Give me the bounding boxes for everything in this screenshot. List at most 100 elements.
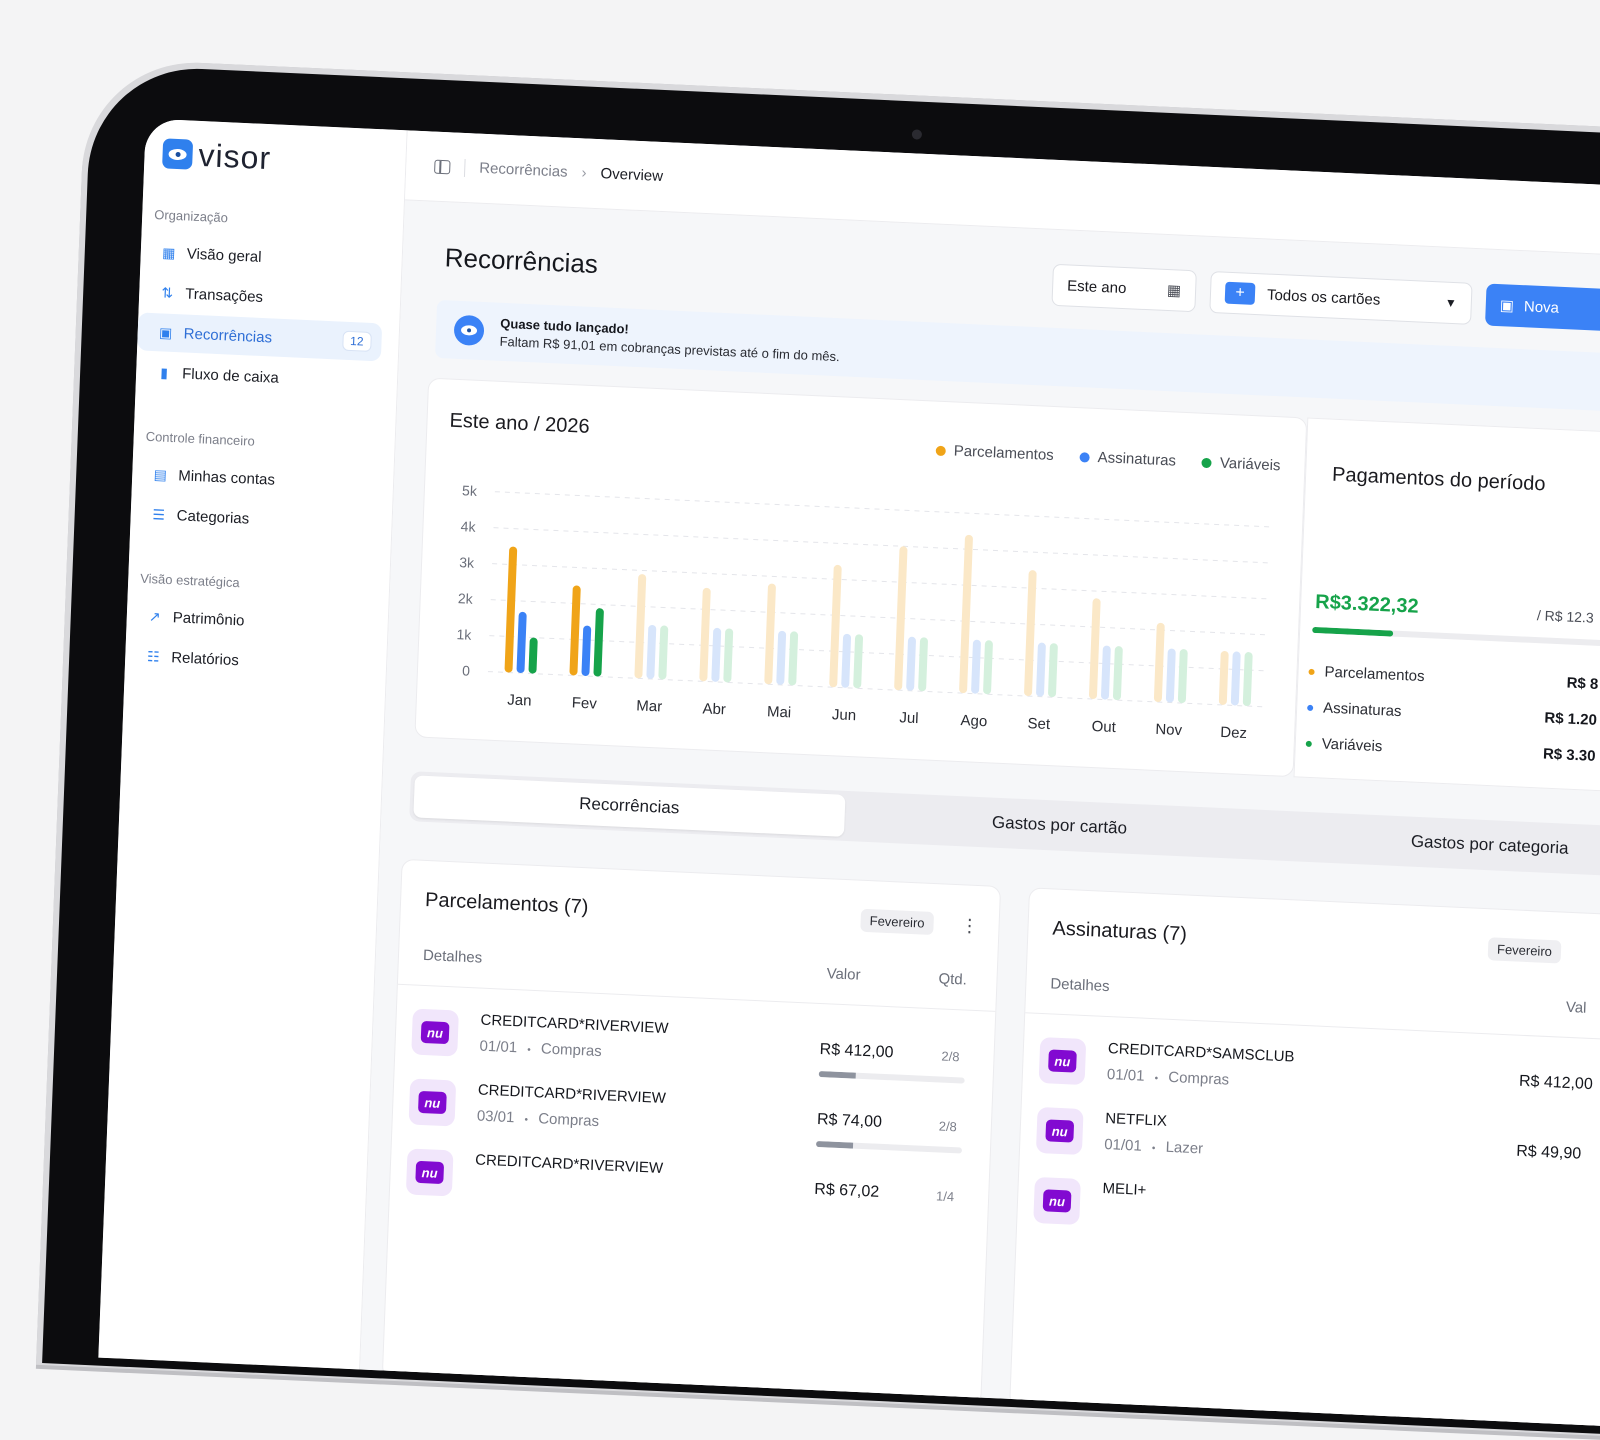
laptop-frame: visor Organização ▦ Visão geral ⇅ Transa… [42,64,1600,1440]
tab-gastos-por-cartao[interactable]: Gastos por cartão [844,795,1276,857]
divider [463,158,466,177]
toggle-sidebar-icon[interactable] [434,159,451,174]
item-name: CREDITCARD*SAMSCLUB [1107,1040,1295,1066]
payments-amount: R$3.322,32 [1314,591,1419,618]
item-meta: 01/01 • Lazer [1103,1136,1204,1158]
bar-out-variáveis [1112,646,1123,701]
item-qty: 2/8 [941,1048,960,1065]
section-title-organizacao: Organização [153,206,229,226]
sidebar-item-label: Relatórios [170,648,240,669]
y-tick-label: 0 [462,662,471,678]
bar-out-assinaturas [1101,645,1111,700]
period-select[interactable]: Este ano ▦ [1051,263,1197,313]
bar-abr-parcelamentos [699,587,711,682]
x-tick-label: Mar [636,697,662,715]
y-tick-label: 2k [458,590,474,607]
tab-gastos-por-categoria[interactable]: Gastos por categoria [1274,814,1600,876]
bar-fev-assinaturas [581,625,592,677]
nubank-icon: nu [411,1008,459,1057]
more-options-icon[interactable]: ⋮ [960,915,979,937]
new-button[interactable]: ▣ Nova [1484,283,1600,333]
item-name: CREDITCARD*RIVERVIEW [474,1151,664,1178]
bar-mar-parcelamentos [634,574,647,679]
item-progress-fill [818,1070,856,1079]
calendar-plus-icon: ▣ [1499,297,1515,315]
section-title-visao-estrategica: Visão estratégica [140,570,240,591]
bar-ago-variáveis [983,640,993,695]
bar-mai-assinaturas [776,630,787,685]
x-tick-label: Mai [767,703,792,721]
sidebar-item-label: Transações [184,284,264,306]
payments-row-variaveis: Variáveis R$ 3.30 [1305,735,1596,765]
app-screen: visor Organização ▦ Visão geral ⇅ Transa… [98,118,1600,1431]
bar-nov-variáveis [1177,649,1188,704]
section-title-controle: Controle financeiro [145,428,256,449]
payments-row-label: Parcelamentos [1324,663,1425,686]
arrows-icon: ⇅ [161,283,174,301]
bars-icon: ▮ [160,363,169,381]
sidebar: visor Organização ▦ Visão geral ⇅ Transa… [98,118,408,1370]
item-value: R$ 67,02 [814,1180,880,1201]
y-tick-label: 4k [460,518,476,535]
bar-nov-parcelamentos [1153,622,1165,702]
grid-line [492,563,1272,600]
payments-title: Pagamentos do período [1331,463,1546,496]
item-qty: 2/8 [938,1118,958,1135]
grid-line [494,491,1275,528]
month-chip[interactable]: Fevereiro [860,908,934,936]
chevron-right-icon: › [581,164,587,182]
col-qty: Qtd. [938,970,968,989]
nubank-icon: nu [405,1148,454,1197]
card-plus-icon: + [1224,281,1256,305]
breadcrumb-parent[interactable]: Recorrências [479,160,568,181]
item-value: R$ 412,00 [819,1041,894,1062]
payments-card: Pagamentos do período R$3.322,32 / R$ 12… [1293,417,1600,796]
payments-total: / R$ 12.3 [1536,607,1594,626]
col-value: Valor [826,965,861,984]
grid-line [493,527,1273,564]
bar-jul-parcelamentos [894,546,908,691]
parcelamentos-card: Parcelamentos (7) Fevereiro ⋮ Detalhes V… [381,858,1002,1406]
bar-dez-variáveis [1242,652,1253,707]
breadcrumb-current: Overview [600,165,664,186]
bar-jan-parcelamentos [504,546,518,673]
calendar-icon: ▦ [1166,281,1182,300]
payments-row-label: Variáveis [1321,735,1383,756]
bullet-icon [1307,704,1314,711]
bar-nov-assinaturas [1165,648,1176,703]
x-tick-label: Nov [1155,721,1183,739]
payments-row-value: R$ 1.20 [1544,709,1598,729]
item-value: R$ 49,90 [1515,1142,1582,1163]
cards-label: Todos os cartões [1266,286,1381,309]
bar-jul-variáveis [918,637,928,692]
x-tick-label: Dez [1220,724,1247,742]
item-progress-bar [818,1070,965,1084]
grid-line [490,599,1270,636]
x-tick-label: Jun [832,706,857,724]
tab-recorrencias[interactable]: Recorrências [413,775,846,837]
x-tick-label: Out [1091,718,1117,736]
x-tick-label: Set [1027,715,1051,733]
item-value: R$ 412,00 [1518,1072,1594,1094]
calendar-icon: ▣ [158,323,173,341]
bullet-icon [1305,740,1312,747]
sidebar-item-label: Recorrências [183,324,273,346]
x-tick-label: Fev [571,694,597,712]
list-plus-icon: ☰ [152,505,166,523]
month-chip[interactable]: Fevereiro [1487,937,1562,964]
nubank-icon: nu [408,1078,457,1127]
item-name: MELI+ [1102,1179,1147,1199]
period-label: Este ano [1066,276,1127,297]
list-icon: ☷ [146,647,160,665]
item-progress-bar [815,1140,963,1154]
payments-row-value: R$ 8 [1566,674,1599,693]
parcelamentos-title: Parcelamentos (7) [424,888,589,919]
assinaturas-card: Assinaturas (7) Fevereiro Detalhes Val n… [1009,887,1600,1431]
logo[interactable]: visor [162,137,272,176]
bar-jun-parcelamentos [829,564,842,688]
bar-fev-parcelamentos [569,585,581,676]
x-tick-label: Jan [507,691,532,709]
cards-select[interactable]: + Todos os cartões ▼ [1209,270,1473,325]
recorrencias-count-badge: 12 [341,330,372,352]
sidebar-item-label: Fluxo de caixa [181,364,280,387]
